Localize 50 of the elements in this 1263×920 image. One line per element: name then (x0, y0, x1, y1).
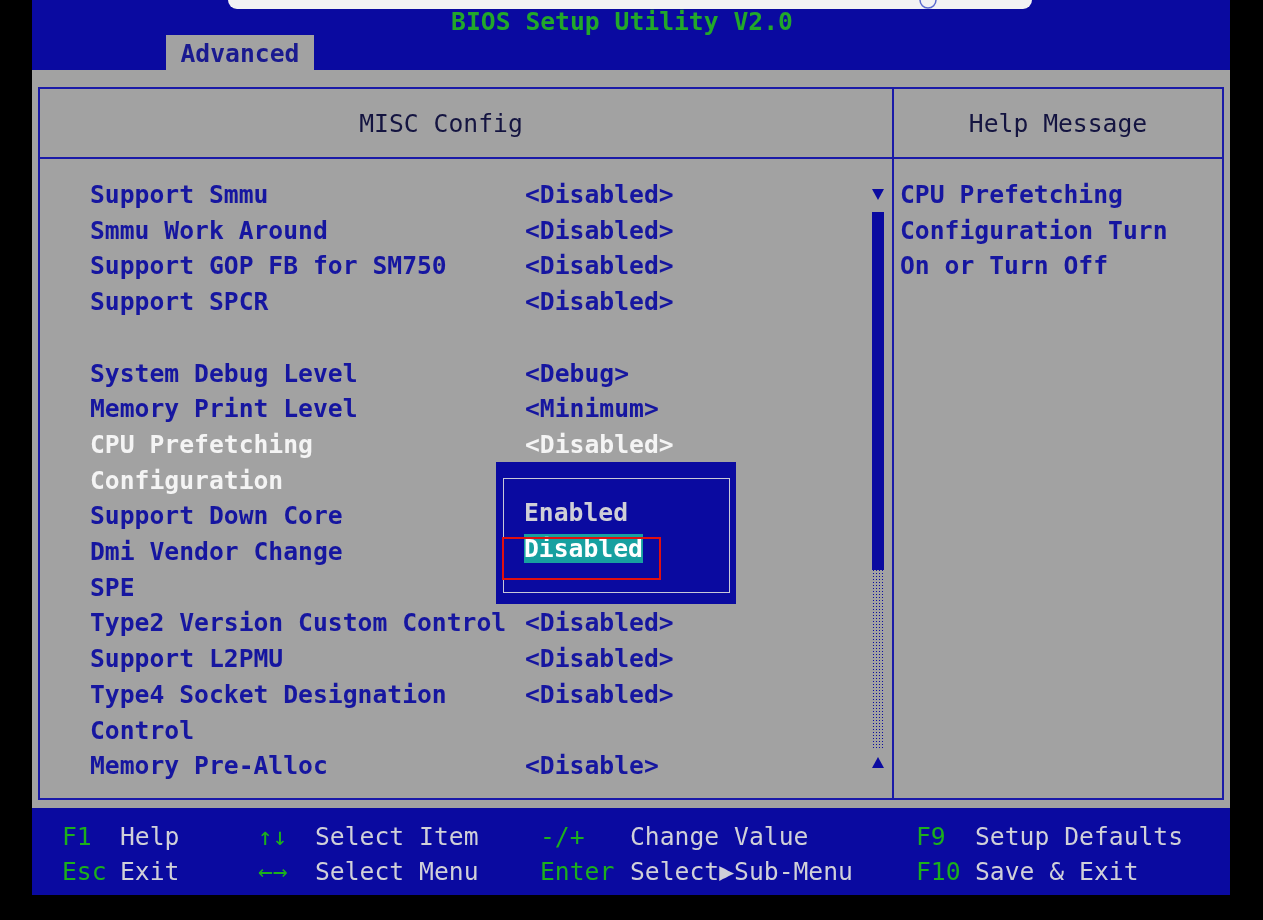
up-triangle-icon[interactable] (872, 757, 884, 769)
shortcut-key: ↑↓ (258, 821, 288, 851)
setting-label[interactable]: Support GOP FB for SM750 (90, 248, 447, 285)
setting-label[interactable]: Type4 Socket Designation Control (90, 676, 447, 749)
panel-title: MISC Config (359, 108, 523, 138)
shortcut-key: Enter (540, 856, 615, 886)
scrollbar-thumb[interactable] (872, 212, 884, 570)
window-title: BIOS Setup Utility V2.0 (451, 9, 793, 35)
setting-value[interactable]: <Disabled> (525, 676, 674, 749)
shortcut-key: ←→ (258, 856, 288, 886)
setting-value[interactable]: <Disabled> (525, 248, 674, 285)
shortcut-key: -/+ (540, 821, 585, 851)
setting-value[interactable]: <Disabled> (525, 641, 674, 677)
shortcut-action: Help (120, 821, 180, 851)
setting-value[interactable]: <Minimum> (525, 391, 659, 427)
setting-label[interactable]: Memory Pre-Alloc (90, 748, 328, 784)
help-text: CPU Prefetching Configuration Turn On or Turn Off (900, 179, 1168, 283)
setting-label[interactable]: Memory Print Level (90, 391, 358, 427)
panel-title: Help Message (968, 108, 1148, 138)
shortcut-key: Esc (62, 856, 107, 886)
setting-label[interactable]: Support Smmu (90, 177, 269, 213)
setting-value[interactable]: <Disabled> (525, 605, 674, 642)
shortcut-action: Select▶Sub-Menu (630, 856, 853, 886)
setting-label[interactable]: Support L2PMU (90, 641, 284, 677)
setting-value[interactable]: <Disabled> (525, 177, 674, 213)
shortcut-action: Change Value (630, 821, 809, 851)
setting-label[interactable]: System Debug Level (90, 355, 358, 392)
tab[interactable]: Advanced (166, 35, 314, 70)
setting-label[interactable]: SPE (90, 569, 135, 606)
popup-option[interactable]: Enabled (524, 497, 629, 527)
setting-label[interactable]: Dmi Vendor Change (90, 534, 343, 570)
setting-label[interactable]: Support Down Core (90, 498, 343, 534)
shortcut-action: Save & Exit (975, 856, 1139, 886)
popup-option[interactable]: Disabled (524, 533, 643, 563)
shortcut-action: Select Menu (315, 856, 479, 886)
setting-value[interactable]: <Debug> (525, 355, 630, 392)
shortcut-action: Exit (120, 856, 180, 886)
scrollbar-track[interactable] (872, 212, 884, 748)
shortcut-action: Select Item (315, 821, 479, 851)
shortcut-key: F1 (62, 821, 92, 851)
setting-value[interactable]: <Disabled> (525, 284, 674, 320)
setting-value[interactable]: <Disabled> (525, 212, 674, 249)
down-triangle-icon[interactable] (872, 188, 884, 200)
setting-label[interactable]: Support SPCR (90, 284, 269, 320)
setting-label[interactable]: Type2 Version Custom Control (90, 605, 507, 642)
shortcut-key: F9 (916, 821, 946, 851)
setting-value[interactable]: <Disable> (525, 748, 659, 784)
setting-label[interactable]: Smmu Work Around (90, 212, 328, 249)
shortcut-action: Setup Defaults (975, 821, 1184, 851)
shortcut-key: F10 (916, 856, 961, 886)
